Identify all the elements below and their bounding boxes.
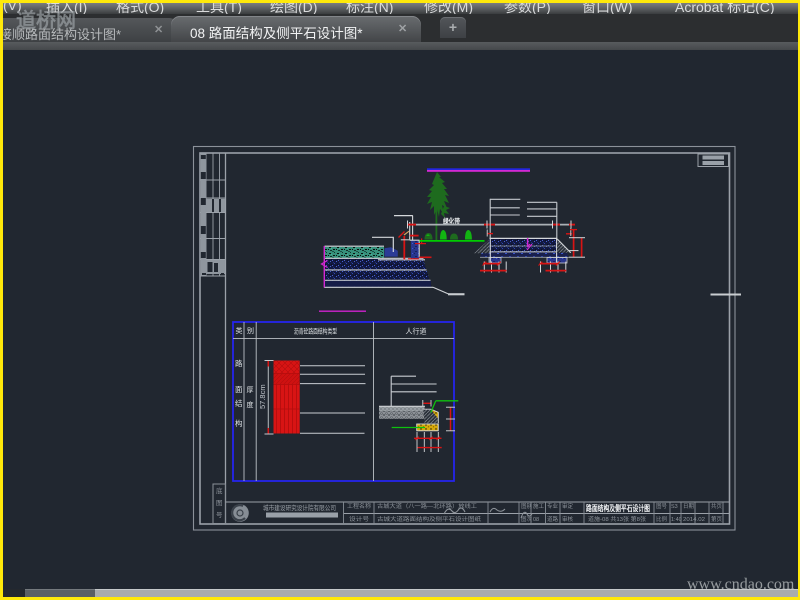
svg-text:结: 结	[235, 398, 243, 408]
svg-text:设计号: 设计号	[349, 515, 370, 523]
svg-text:2014.02: 2014.02	[683, 517, 705, 523]
svg-text:道施-08 共13张 第8张: 道施-08 共13张 第8张	[588, 515, 647, 523]
svg-text:审核: 审核	[562, 515, 574, 523]
svg-text:共页: 共页	[711, 502, 723, 510]
svg-text:路面结构及侧平石设计图: 路面结构及侧平石设计图	[586, 503, 650, 513]
svg-text:厚: 厚	[247, 386, 254, 394]
svg-text:度: 度	[247, 400, 254, 409]
svg-text:图: 图	[216, 499, 223, 507]
svg-text:08: 08	[533, 517, 539, 523]
svg-text:S3: S3	[671, 504, 678, 510]
svg-text:日期: 日期	[683, 503, 695, 510]
svg-text:底: 底	[216, 486, 223, 495]
svg-text:别: 别	[247, 326, 254, 335]
svg-text:沥青砼路面结构类型: 沥青砼路面结构类型	[294, 327, 337, 336]
svg-text:工程名称: 工程名称	[347, 502, 372, 510]
svg-text:古城大道路面结构及侧平石设计图纸: 古城大道路面结构及侧平石设计图纸	[377, 515, 482, 523]
svg-text:人行道: 人行道	[406, 327, 427, 336]
svg-text:城市建设研究设计院有限公司: 城市建设研究设计院有限公司	[263, 503, 336, 512]
svg-text:施工: 施工	[533, 502, 545, 510]
svg-text:比例: 比例	[656, 515, 668, 523]
svg-text:专业: 专业	[547, 502, 559, 510]
svg-text:图别: 图别	[521, 502, 532, 510]
svg-text:路: 路	[235, 358, 243, 368]
svg-text:构: 构	[235, 418, 243, 428]
svg-text:类: 类	[236, 326, 243, 335]
svg-text:图号: 图号	[656, 502, 668, 510]
svg-text:道路: 道路	[547, 515, 559, 523]
svg-text:面: 面	[235, 385, 243, 394]
svg-text:号: 号	[216, 511, 223, 519]
svg-text:图次: 图次	[521, 515, 533, 523]
svg-text:1:40: 1:40	[671, 517, 682, 523]
svg-text:审定: 审定	[562, 502, 574, 510]
svg-text:第页: 第页	[711, 515, 723, 523]
svg-text:57.8cm: 57.8cm	[258, 384, 267, 409]
